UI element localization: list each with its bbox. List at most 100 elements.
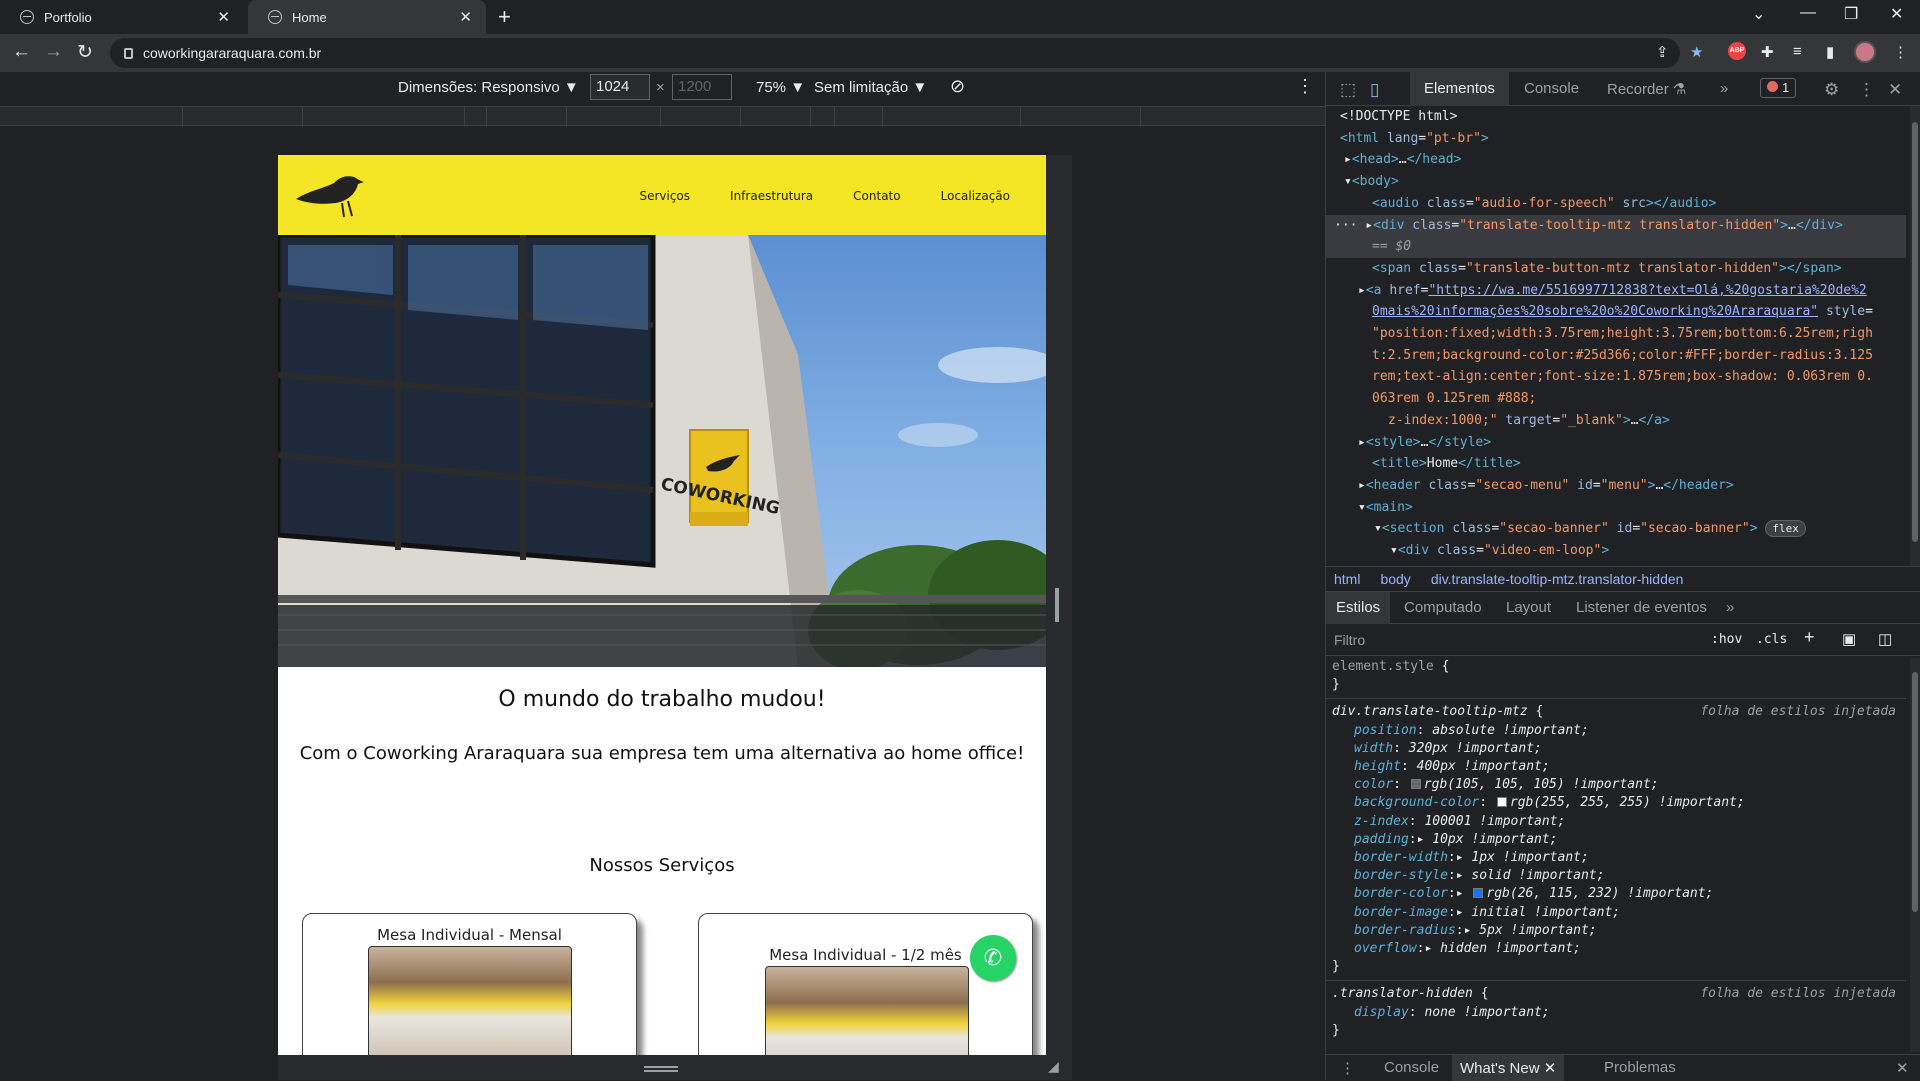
paint-icon[interactable]: ▣ (1842, 630, 1856, 648)
crumb-body[interactable]: body (1380, 571, 1410, 587)
style-rule[interactable]: element.style { (1326, 658, 1906, 676)
crumb-html[interactable]: html (1334, 571, 1360, 587)
address-bar[interactable]: coworkingararaquara.com.br (110, 38, 1680, 68)
tab-console[interactable]: Console (1524, 80, 1579, 97)
dom-line[interactable]: 0mais%20informações%20sobre%20o%20Cowork… (1326, 301, 1906, 323)
tab-home[interactable]: Home ✕ (248, 0, 486, 34)
resize-handle-right[interactable] (1055, 588, 1059, 622)
more-icon[interactable]: ⋮ (1858, 80, 1875, 100)
close-window-icon[interactable]: ✕ (1890, 4, 1903, 24)
avatar[interactable] (1854, 41, 1876, 63)
dom-line[interactable]: <span class="translate-button-mtz transl… (1326, 258, 1906, 280)
extensions-icon[interactable]: ✚ (1761, 43, 1774, 61)
tab-portfolio[interactable]: Portfolio ✕ (0, 0, 244, 34)
dom-scrollbar[interactable] (1910, 106, 1920, 566)
nav-servicos[interactable]: Serviços (639, 189, 690, 203)
restore-icon[interactable]: ❐ (1844, 4, 1858, 24)
dom-line[interactable]: "position:fixed;width:3.75rem;height:3.7… (1326, 323, 1906, 345)
device-toggle-icon[interactable]: ▯ (1370, 80, 1379, 100)
tab-estilos[interactable]: Estilos (1326, 592, 1391, 624)
nav-infraestrutura[interactable]: Infraestrutura (730, 189, 813, 203)
style-decl[interactable]: border-color:▸ rgb(26, 115, 232) !import… (1326, 885, 1906, 903)
menu-dots-icon[interactable]: ⋮ (1893, 43, 1908, 61)
dom-line[interactable]: <!DOCTYPE html> (1326, 106, 1906, 128)
style-rule[interactable]: div.translate-tooltip-mtz {folha de esti… (1326, 703, 1906, 721)
media-icon[interactable]: ≡ (1793, 43, 1802, 60)
style-decl[interactable]: border-radius:▸ 5px !important; (1326, 922, 1906, 940)
hov-toggle[interactable]: :hov (1711, 632, 1742, 647)
tab-recorder[interactable]: Recorder ⚗ (1607, 80, 1686, 98)
dom-line[interactable]: ▸<head>…</head> (1326, 149, 1906, 171)
style-decl[interactable]: border-image:▸ initial !important; (1326, 904, 1906, 922)
style-rule[interactable]: .translator-hidden {folha de estilos inj… (1326, 985, 1906, 1003)
style-decl[interactable]: border-style:▸ solid !important; (1326, 867, 1906, 885)
style-decl[interactable]: background-color: rgb(255, 255, 255) !im… (1326, 794, 1906, 812)
color-swatch[interactable] (1496, 797, 1507, 808)
styles-scrollbar[interactable] (1910, 658, 1920, 1052)
reload-icon[interactable]: ↻ (77, 41, 93, 64)
resize-corner-icon[interactable]: ◢ (1048, 1058, 1059, 1075)
tab-listener[interactable]: Listener de eventos (1576, 599, 1707, 616)
color-swatch[interactable] (1473, 888, 1484, 899)
dom-line[interactable]: ▾<body> (1326, 171, 1906, 193)
style-decl[interactable]: border-width:▸ 1px !important; (1326, 849, 1906, 867)
cls-toggle[interactable]: .cls (1756, 632, 1787, 647)
dom-line[interactable]: ▸<a href="https://wa.me/5516997712838?te… (1326, 280, 1906, 302)
service-card[interactable]: Mesa Individual - Mensal (302, 913, 637, 1055)
dom-line[interactable]: z-index:1000;" target="_blank">…</a> (1326, 410, 1906, 432)
more-icon[interactable]: ⋮ (1296, 76, 1314, 97)
dom-line-selected[interactable]: ··· ▸<div class="translate-tooltip-mtz t… (1326, 214, 1906, 237)
close-icon[interactable]: ✕ (217, 8, 230, 26)
style-decl[interactable]: z-index: 100001 !important; (1326, 813, 1906, 831)
tab-layout[interactable]: Layout (1506, 599, 1551, 616)
tab-elementos[interactable]: Elementos (1410, 72, 1509, 106)
drawer-tab-problemas[interactable]: Problemas (1604, 1059, 1676, 1076)
drawer-menu-icon[interactable]: ⋮ (1340, 1059, 1355, 1077)
share-icon[interactable]: ⇪ (1656, 43, 1669, 61)
rotate-icon[interactable]: ⊘ (950, 76, 965, 97)
back-icon[interactable]: ← (12, 41, 31, 63)
star-icon[interactable]: ★ (1690, 43, 1703, 61)
dom-line[interactable]: <title>Home</title> (1326, 453, 1906, 475)
style-decl[interactable]: color: rgb(105, 105, 105) !important; (1326, 776, 1906, 794)
drawer-tab-whats-new[interactable]: What's New ✕ (1452, 1055, 1565, 1081)
dom-line[interactable]: <html lang="pt-br"> (1326, 128, 1906, 150)
sidepanel-icon[interactable]: ▮ (1826, 43, 1834, 61)
dimensions-select[interactable]: Dimensões: Responsivo ▼ (398, 79, 579, 96)
dom-line[interactable]: ▾<div class="video-em-loop"> (1326, 540, 1906, 562)
style-decl[interactable]: position: absolute !important; (1326, 722, 1906, 740)
nav-contato[interactable]: Contato (853, 189, 900, 203)
dom-line[interactable]: ▸<header class="secao-menu" id="menu">…<… (1326, 475, 1906, 497)
style-decl[interactable]: height: 400px !important; (1326, 758, 1906, 776)
style-decl[interactable]: width: 320px !important; (1326, 740, 1906, 758)
dom-line[interactable]: rem;text-align:center;font-size:1.875rem… (1326, 366, 1906, 388)
style-decl[interactable]: overflow:▸ hidden !important; (1326, 940, 1906, 958)
dom-line[interactable]: ▾<section class="secao-banner" id="secao… (1326, 518, 1906, 540)
more-tabs[interactable]: » (1720, 80, 1728, 97)
nav-localizacao[interactable]: Localização (941, 189, 1010, 203)
adblock-icon[interactable]: ABP (1728, 42, 1746, 60)
minimize-icon[interactable]: — (1800, 4, 1816, 22)
dom-line[interactable]: 063rem 0.125rem #888; (1326, 388, 1906, 410)
forward-icon[interactable]: → (44, 41, 63, 63)
gear-icon[interactable]: ⚙ (1824, 80, 1839, 100)
height-input[interactable]: 1200 (672, 74, 732, 100)
zoom-select[interactable]: 75% ▼ (756, 79, 805, 96)
sidebar-toggle-icon[interactable]: ◫ (1878, 630, 1892, 648)
color-swatch[interactable] (1410, 779, 1421, 790)
whatsapp-button[interactable]: ✆ (970, 935, 1016, 981)
close-icon[interactable]: ✕ (1544, 1060, 1557, 1077)
filter-input[interactable]: Filtro (1334, 632, 1365, 648)
new-tab-icon[interactable]: + (498, 4, 511, 30)
more-tabs[interactable]: » (1726, 599, 1734, 616)
new-rule-icon[interactable]: + (1804, 627, 1815, 648)
drawer-tab-console[interactable]: Console (1384, 1059, 1439, 1076)
chevron-down-icon[interactable]: ⌄ (1752, 4, 1765, 24)
dom-line[interactable]: <audio class="audio-for-speech" src></au… (1326, 193, 1906, 215)
dom-line[interactable]: t:2.5rem;background-color:#25d366;color:… (1326, 345, 1906, 367)
width-input[interactable]: 1024 (590, 74, 650, 100)
throttle-select[interactable]: Sem limitação ▼ (814, 79, 927, 96)
close-icon[interactable]: ✕ (1888, 80, 1902, 100)
dom-line[interactable]: ▾<main> (1326, 497, 1906, 519)
style-decl[interactable]: display: none !important; (1326, 1004, 1906, 1022)
